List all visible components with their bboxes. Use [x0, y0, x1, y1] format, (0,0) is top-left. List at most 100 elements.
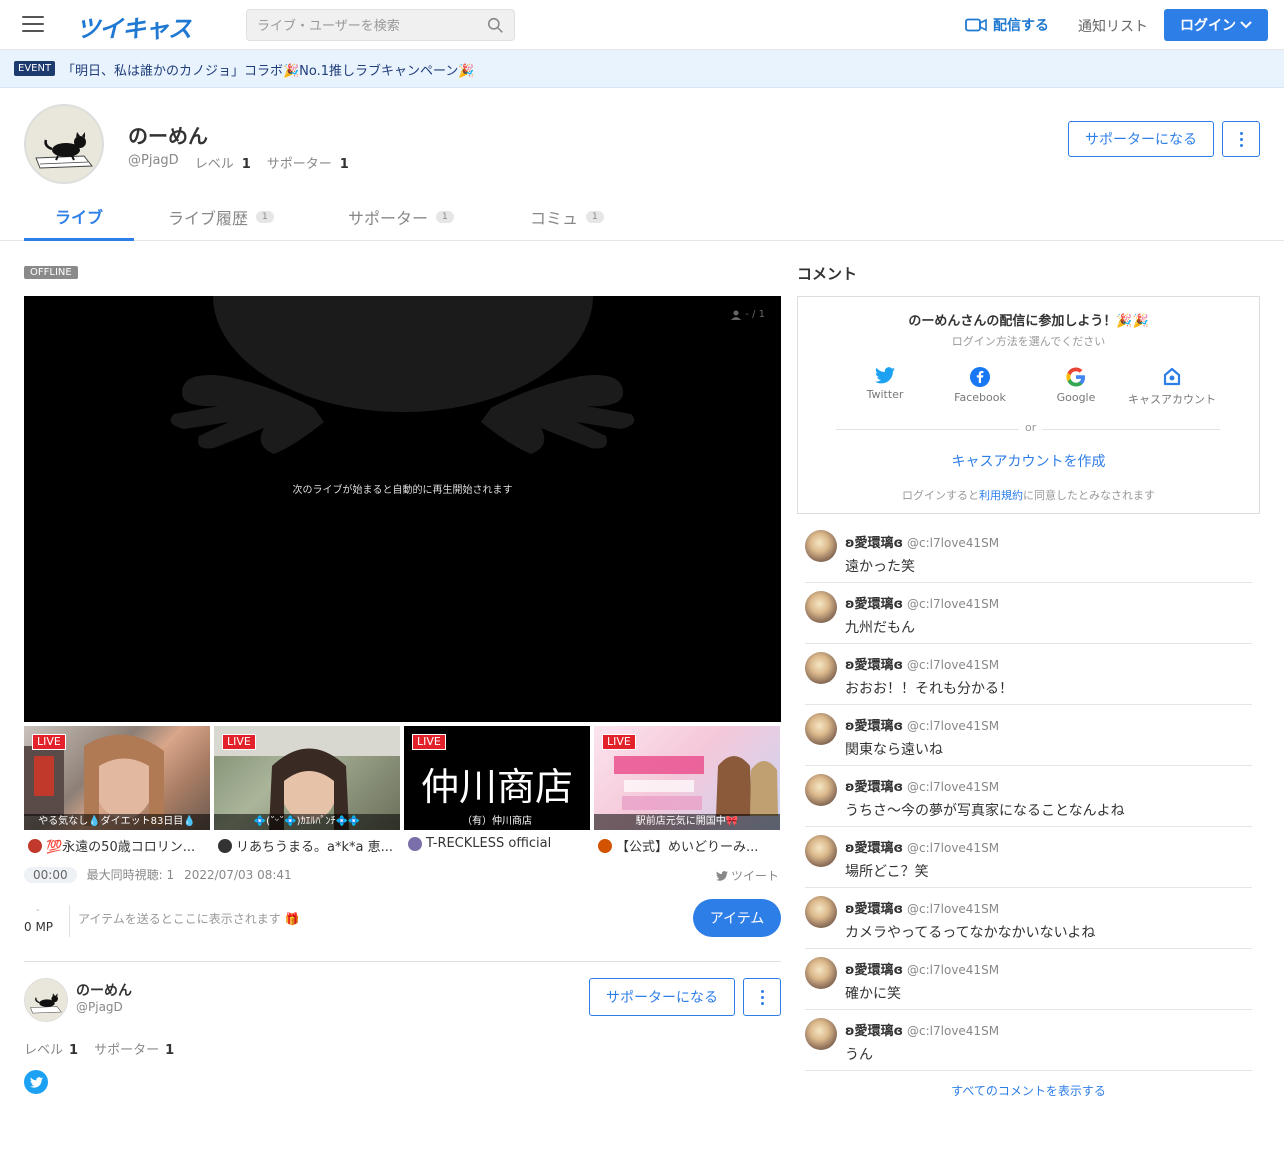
commenter-name[interactable]: ʚ愛環璃ɞ @c:l7love41SM: [845, 837, 999, 856]
event-text[interactable]: 「明日、私は誰かのカノジョ」コラボ🎉No.1推しラブキャンペーン🎉: [62, 60, 475, 79]
commenter-name[interactable]: ʚ愛環璃ɞ @c:l7love41SM: [845, 1020, 999, 1039]
tab-supporters[interactable]: サポーター 1: [348, 193, 454, 241]
terms-notice: ログインすると利用規約に同意したとみなされます: [902, 489, 1155, 502]
commenter-name[interactable]: ʚ愛環璃ɞ @c:l7love41SM: [845, 959, 999, 978]
commenter-avatar[interactable]: [805, 652, 837, 684]
search-box: [246, 9, 515, 41]
commenter-handle: @c:l7love41SM: [907, 719, 1000, 733]
commenter-name[interactable]: ʚ愛環璃ɞ @c:l7love41SM: [845, 532, 999, 551]
commenter-avatar[interactable]: [805, 896, 837, 928]
chevron-down-icon: [1240, 21, 1252, 29]
thumb-caption: （有）仲川商店: [462, 816, 532, 827]
google-login-button[interactable]: Google: [1031, 367, 1121, 404]
terms-link[interactable]: 利用規約: [979, 489, 1023, 502]
search-icon[interactable]: [487, 17, 504, 34]
comment-text: 遠かった笑: [845, 559, 915, 575]
live-title[interactable]: T-RECKLESS official: [408, 836, 594, 851]
event-banner[interactable]: EVENT 「明日、私は誰かのカノジョ」コラボ🎉No.1推しラブキャンペーン🎉: [0, 50, 1284, 88]
live-thumbnail[interactable]: LIVE 駅前店元気に開国中🎀: [594, 726, 780, 830]
commenter-avatar[interactable]: [805, 835, 837, 867]
profile-name: のーめん: [128, 124, 208, 148]
cas-account-login-button[interactable]: キャスアカウント: [1127, 367, 1217, 407]
live-thumbnail[interactable]: LIVE やる気なし💧ダイエット83日目💧: [24, 726, 210, 830]
profile-level: レベル 1: [194, 157, 251, 172]
facebook-login-button[interactable]: Facebook: [935, 367, 1025, 404]
tab-live-history[interactable]: ライブ履歴 1: [168, 193, 274, 241]
tab-count-badge: 1: [256, 211, 274, 223]
item-message: アイテムを送るとここに表示されます 🎁: [78, 912, 300, 926]
create-cas-account-link[interactable]: キャスアカウントを作成: [798, 451, 1259, 471]
live-title[interactable]: 【公式】めいどりーみ...: [598, 836, 784, 855]
commenter-handle: @c:l7love41SM: [907, 780, 1000, 794]
more-options-button[interactable]: [1222, 121, 1260, 157]
tweet-link[interactable]: ツイート: [716, 867, 779, 884]
commenter-name[interactable]: ʚ愛環璃ɞ @c:l7love41SM: [845, 715, 999, 734]
become-supporter-button[interactable]: サポーターになる: [1068, 121, 1214, 157]
live-title[interactable]: リあちうまる。a*k*a 恵...: [218, 836, 404, 855]
live-badge: LIVE: [222, 734, 256, 750]
live-date: 2022/07/03 08:41: [184, 867, 292, 882]
profile-tabs: ライブ ライブ履歴 1 サポーター 1 コミュ 1: [0, 193, 1284, 241]
live-thumbnail[interactable]: 仲川商店 LIVE （有）仲川商店: [404, 726, 590, 830]
tab-live[interactable]: ライブ: [24, 193, 134, 241]
live-badge: LIVE: [32, 734, 66, 750]
profile-meta: @PjagD レベル 1 サポーター 1: [128, 153, 349, 172]
comment-item: ʚ愛環璃ɞ @c:l7love41SM 九州だもん: [805, 583, 1252, 644]
tab-community[interactable]: コミュ 1: [530, 193, 604, 241]
profile-avatar-small[interactable]: [24, 978, 68, 1022]
more-options-button-bottom[interactable]: [743, 978, 781, 1016]
profile-avatar[interactable]: [24, 104, 104, 184]
commenter-name[interactable]: ʚ愛環璃ɞ @c:l7love41SM: [845, 654, 999, 673]
player-message: 次のライブが始まると自動的に再生開始されます: [292, 485, 513, 496]
comment-text: カメラやってるってなかなかいないよね: [845, 925, 1096, 941]
comment-text: 九州だもん: [845, 620, 915, 636]
live-title[interactable]: 💯永遠の50歳コロリン...: [28, 836, 214, 855]
notify-list-link[interactable]: 通知リスト: [1078, 16, 1148, 36]
kebab-menu-icon: [760, 989, 764, 1005]
profile-name-small[interactable]: のーめん: [76, 980, 132, 1000]
twitter-profile-link[interactable]: [24, 1070, 48, 1094]
comment-item: ʚ愛環璃ɞ @c:l7love41SM 場所どこ？笑: [805, 827, 1252, 888]
live-badge: LIVE: [412, 734, 446, 750]
user-icon: [28, 838, 42, 853]
person-icon: [731, 310, 742, 320]
commenter-avatar[interactable]: [805, 530, 837, 562]
offline-badge: OFFLINE: [24, 266, 78, 279]
menu-icon[interactable]: [22, 16, 44, 34]
item-button[interactable]: アイテム: [693, 899, 781, 937]
comment-heading: コメント: [797, 265, 858, 283]
twitter-login-button[interactable]: Twitter: [840, 367, 930, 401]
commenter-avatar[interactable]: [805, 1018, 837, 1050]
commenter-name[interactable]: ʚ愛環璃ɞ @c:l7love41SM: [845, 898, 999, 917]
comment-login-panel: のーめんさんの配信に参加しよう！🎉🎉 ログイン方法を選んでください Twitte…: [797, 296, 1260, 514]
commenter-avatar[interactable]: [805, 957, 837, 989]
login-button[interactable]: ログイン: [1164, 9, 1268, 41]
login-label: ログイン: [1180, 18, 1236, 34]
comment-item: ʚ愛環璃ɞ @c:l7love41SM うん: [805, 1010, 1252, 1071]
elapsed-time: 00:00: [24, 866, 77, 883]
live-thumbnail[interactable]: LIVE 💠(˘ᵕ˘💠)ｶｴﾙﾊﾟﾝﾁ💠💠: [214, 726, 400, 830]
show-all-comments-link[interactable]: すべてのコメントを表示する: [797, 1082, 1260, 1099]
profile-handle: @PjagD: [128, 153, 179, 168]
commenter-handle: @c:l7love41SM: [907, 1024, 1000, 1038]
become-supporter-button-bottom[interactable]: サポーターになる: [589, 978, 735, 1016]
comment-item: ʚ愛環璃ɞ @c:l7love41SM 確かに笑: [805, 949, 1252, 1010]
commenter-handle: @c:l7love41SM: [907, 902, 1000, 916]
twitter-icon: [875, 367, 895, 384]
video-player[interactable]: - / 1 次のライブが始まると自動的に再生開始されます: [24, 296, 781, 722]
mp-counter: - 0 MP: [24, 905, 70, 937]
comment-item: ʚ愛環璃ɞ @c:l7love41SM 遠かった笑: [805, 522, 1252, 583]
comment-text: うん: [845, 1047, 873, 1063]
commenter-avatar[interactable]: [805, 774, 837, 806]
broadcast-button[interactable]: 配信する: [965, 15, 1049, 35]
comment-text: うちさ〜今の夢が写真家になることなんよね: [845, 803, 1125, 819]
commenter-avatar[interactable]: [805, 591, 837, 623]
or-text: or: [1019, 421, 1043, 434]
max-viewers: 最大同時視聴: 1: [86, 868, 175, 882]
site-logo[interactable]: ツイキャス: [76, 9, 192, 44]
live-badge: LIVE: [602, 734, 636, 750]
commenter-name[interactable]: ʚ愛環璃ɞ @c:l7love41SM: [845, 776, 999, 795]
commenter-name[interactable]: ʚ愛環璃ɞ @c:l7love41SM: [845, 593, 999, 612]
search-input[interactable]: [257, 16, 477, 36]
commenter-avatar[interactable]: [805, 713, 837, 745]
